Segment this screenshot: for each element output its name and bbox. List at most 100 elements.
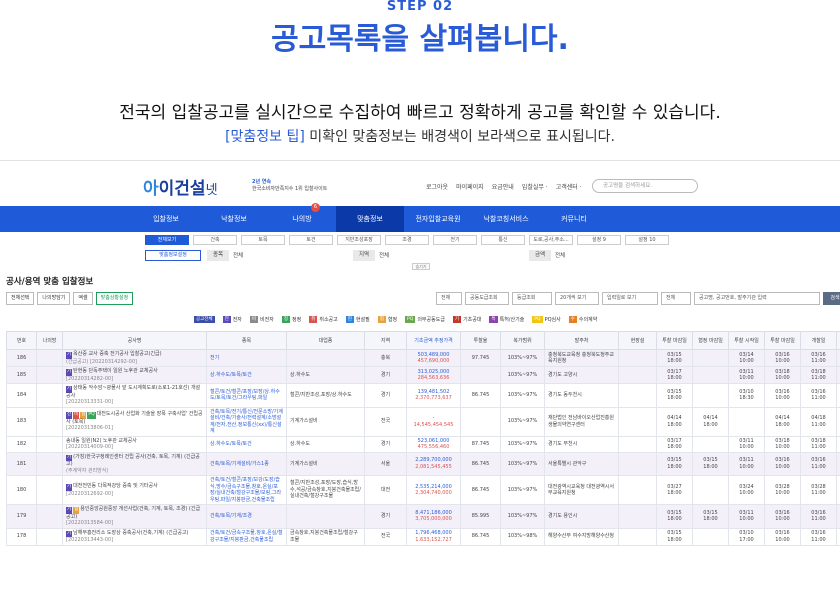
custom-settings-button[interactable]: 맞춤정보설정 [145,249,201,261]
bid-title[interactable]: 기 협 용인중앙공원중앙 개선사업(건축, 기계, 토목, 조경) (긴급공고) [2… [62,504,207,529]
nav-item[interactable]: 입찰정보 [132,206,200,232]
column-header[interactable]: 지역 [364,331,407,350]
filter-select[interactable]: 입력일로 보기 [602,292,658,305]
column-header[interactable]: 종목 [206,331,287,350]
column-header[interactable]: 투찰율 [460,331,501,350]
table-row[interactable]: 181 기 (가칭)한국구정례인센터 건립 공사(건축, 토목, 기계) (긴급공고… [6,451,840,476]
custom-status-button[interactable]: 맞춤상황설정 [95,292,134,305]
category-tab[interactable]: 조경 [385,235,429,245]
category-tab[interactable]: 건축 [193,235,237,245]
table-row[interactable]: 182 송내동 일원(N2) 노후관 교체공사 [20220314009-00] 상.… [6,435,840,453]
category-tab[interactable]: 설정 10 [625,235,669,245]
date-cell: 03/28 11:00 [800,475,837,505]
table-row[interactable]: 186 기 옥산중 교사 증축 전기공사 입찰공고(긴급) (간급공고) [20220… [6,349,840,367]
column-header[interactable]: 번호 [6,331,37,350]
top-link[interactable]: 마이페이지 [456,182,484,191]
bid-title[interactable]: 기 탄현동 단독주택이 일원 노후관 교체공사 [20220314282-00] [62,366,207,384]
keyword-search-input[interactable]: 공고명, 공고번호, 발주기관 입력 [694,292,820,305]
table-row[interactable]: 179 기 협 용인중앙공원중앙 개선사업(건축, 기계, 토목, 조경) (긴급공고… [6,504,840,529]
filter-select[interactable]: 전체 [436,292,462,305]
price-range: 103%~97% [500,366,545,384]
category-tab[interactable]: 전기 [433,235,477,245]
myroom-cell[interactable] [36,475,63,505]
table-row[interactable]: 185 기 탄현동 단독주택이 일원 노후관 교체공사 [20220314282-00… [6,366,840,384]
myroom-cell[interactable] [36,527,63,546]
category-tab[interactable]: 토목 [241,235,285,245]
add-to-myroom-button[interactable]: 나의방담기 [37,292,71,305]
table-row[interactable]: 180 기 대전전민동 다목적강당 증축 및 기타공사 [20220312692-00… [6,475,840,505]
myroom-cell[interactable] [36,366,63,384]
date-cell: 03/18 10:00 [764,435,801,453]
bid-table: 번호 나의방 공사명 종목 대업종 지역 기초금액 추정가격 투찰율 복가범위 발주처 현장설 투찰 … [6,331,840,546]
nav-item[interactable]: 커뮤니티 [540,206,608,232]
bid-name: 옥산중 교사 증축 전기공사 입찰공고(긴급) [73,351,162,357]
search-button[interactable]: 검색 [823,292,840,305]
myroom-cell[interactable] [36,435,63,453]
top-link[interactable]: 로그아웃 [426,182,448,191]
column-header[interactable]: 발주처 [544,331,619,350]
category-tab[interactable]: 통신 [481,235,525,245]
category-tab[interactable]: 지반조성포장 [337,235,381,245]
myroom-cell[interactable] [36,406,63,437]
nav-item[interactable]: 맞춤정보 [336,206,404,232]
column-header[interactable]: 공사명 [62,331,207,350]
bid-title[interactable]: 기 남해부흥전리소 도장상 증축공사(건축,기계) (긴급공고) [20220313… [62,527,207,546]
bid-code: [20220313331-00] [66,399,114,405]
date-cell [692,383,729,408]
nav-item[interactable]: 나의방 6 [268,203,336,232]
select-all-button[interactable]: 전체선택 [6,292,35,305]
nav-item[interactable]: 낙찰정보 [200,206,268,232]
table-row[interactable]: 184 기 상태동 악수암~광물사 앞 도시계획도로(소로1-21호선) 개설공사[… [6,383,840,408]
category-tab[interactable]: 설정 9 [577,235,621,245]
column-header[interactable]: 개찰일 [800,331,837,350]
table-row[interactable]: 178 기 남해부흥전리소 도장상 증축공사(건축,기계) (긴급공고) [20220… [6,527,840,546]
bid-title[interactable]: 기 옥산중 교사 증축 전기공사 입찰공고(긴급) (간급공고) [20220314… [62,349,207,367]
column-header[interactable]: 투찰 마감일 [764,331,801,350]
top-link[interactable]: 요금안내 [492,182,514,191]
filter-select[interactable]: 공동도급조회 [465,292,509,305]
filter-select[interactable]: 20개씩 보기 [555,292,599,305]
amount-cell: 503,489,000 457,690,000 [406,349,461,367]
column-header[interactable]: 대업종 [286,331,365,350]
category-tab[interactable]: 도로,공사,주소... [529,235,573,245]
column-header[interactable]: 기초금액 추정가격 [406,331,461,350]
row-number: 178 [6,527,37,546]
legend-item: 전 전자 [222,316,242,323]
column-header[interactable]: 복가범위 [500,331,545,350]
column-header[interactable]: 투찰 시작일 [728,331,765,350]
table-row[interactable]: 183 전 비 협 PQ 대전도시공사 산업화 기술을 장폭 구축사업' 건립공사 (토목… [6,406,840,437]
bid-title[interactable]: 송내동 일원(N2) 노후관 교체공사 [20220314009-00] [62,435,207,453]
bid-rate [460,406,501,437]
search-filters: 전체 공동도급조회 등급조회 20개씩 보기 입력일로 보기 전체 공고명, 공고번호, 발… [436,292,840,305]
orderer: 충청북도교육청 충청북도청주교육지원청 [544,349,619,367]
logo[interactable]: 아이건설넷 [143,174,218,199]
top-search-input[interactable]: 공고명을 검색하세요. [592,179,698,193]
bid-title[interactable]: 기 상태동 악수암~광물사 앞 도시계획도로(소로1-21호선) 개설공사 [202… [62,383,207,408]
filter-select[interactable]: 등급조회 [512,292,552,305]
bid-title[interactable]: 기 (가칭)한국구정례인센터 건립 공사(건축, 토목, 기계) (긴급공고) (주… [62,451,207,476]
myroom-cell[interactable] [36,383,63,408]
bid-title[interactable]: 기 대전전민동 다목적강당 증축 및 기타공사 [20220312692-00] [62,475,207,505]
myroom-cell[interactable] [36,451,63,476]
top-link[interactable]: 고객센터 · [556,182,582,191]
date-cell: 03/11 10:00 [728,435,765,453]
column-header[interactable]: 투찰 마감일 [656,331,693,350]
filter-select[interactable]: 전체 [661,292,691,305]
category-tab[interactable]: 전체보기 [145,235,189,245]
bid-title[interactable]: 전 비 협 PQ 대전도시공사 산업화 기술을 장폭 구축사업' 건립공사 (토목) [2… [62,406,207,437]
nav-item[interactable]: 전자입찰교육원 [404,206,472,232]
myroom-cell[interactable] [36,504,63,529]
column-header[interactable]: 현장설 [618,331,657,350]
hide-filter-button[interactable]: 숨기기 [412,263,430,270]
nav-item[interactable]: 낙찰코칭서비스 [472,206,540,232]
nav-item-label: 커뮤니티 [561,215,587,223]
column-header[interactable]: 협정 마감일 [692,331,729,350]
column-header[interactable]: 나의방 [36,331,63,350]
myroom-cell[interactable] [36,349,63,367]
excel-button[interactable]: 엑셀 [73,292,93,305]
column-header[interactable]: 입력일 [836,331,840,350]
top-link[interactable]: 입찰실무 · [522,182,548,191]
date-cell: 03/15 18:00 [656,451,693,476]
category-tab[interactable]: 토건 [289,235,333,245]
region: 전국 [364,527,407,546]
